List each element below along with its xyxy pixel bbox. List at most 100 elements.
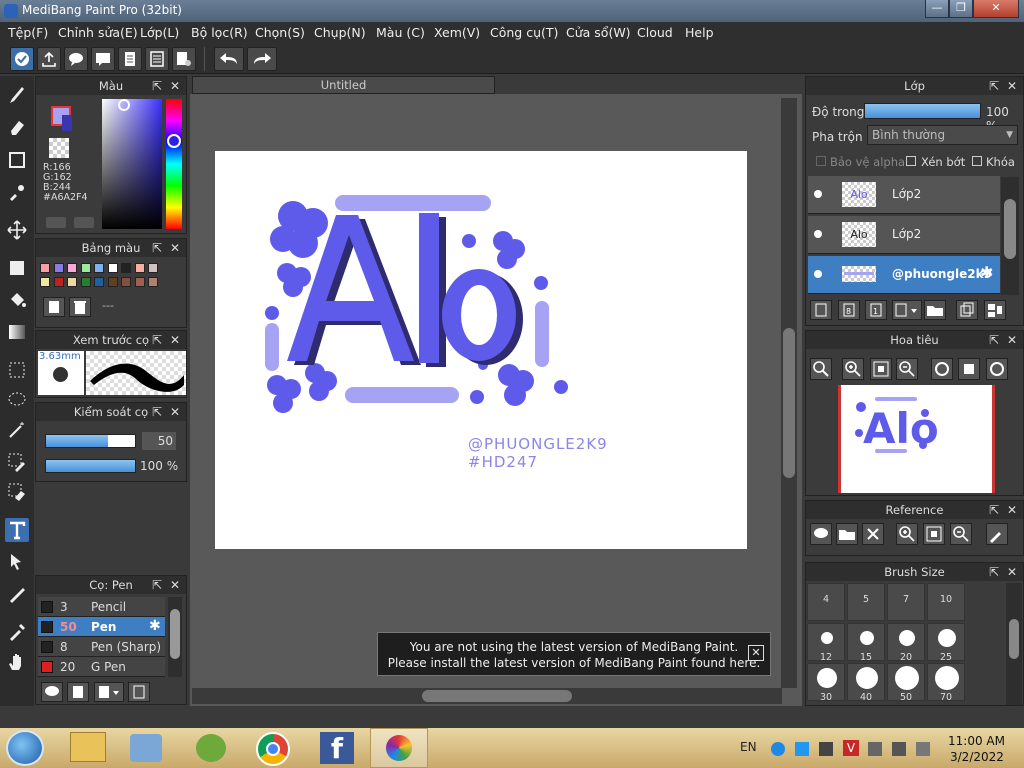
brush-size-option[interactable]: 5 [847,583,885,621]
palette-swatch[interactable] [107,263,118,273]
layers-scrollbar[interactable] [1001,177,1019,295]
add-layer-menu-button[interactable] [892,300,922,320]
language-indicator[interactable]: EN [740,740,757,754]
zoom-out-button[interactable] [896,358,918,380]
select-eraser-tool[interactable] [5,480,29,504]
app-taskbar-icon[interactable] [196,734,226,762]
tray-v-icon[interactable]: V [843,740,859,756]
hue-slider-handle[interactable] [167,134,181,148]
layer-row-selected[interactable]: @phuongle2k9 ✱ [808,256,1000,294]
new-1bit-layer-button[interactable]: 1 [865,300,887,320]
eraser-tool[interactable] [5,116,29,140]
palette-swatch[interactable] [134,263,145,273]
chrome-taskbar-icon[interactable] [256,732,290,766]
dot-tool[interactable] [5,148,29,172]
undock-icon[interactable]: ⇱ [152,241,162,255]
tray-icon[interactable] [819,742,833,756]
start-button[interactable] [6,730,44,766]
select-pen-tool[interactable] [5,450,29,474]
maximize-button[interactable]: ❐ [949,0,973,18]
menu-view[interactable]: Xem(V) [434,25,480,40]
brush-size-option[interactable]: 50 [887,663,925,703]
menu-window[interactable]: Cửa sổ(W) [566,25,631,40]
brush-properties-button[interactable] [128,682,150,702]
brush-size-option[interactable]: 25 [927,623,965,663]
hue-slider[interactable] [166,99,182,229]
layer-row[interactable]: Alo Lớp2 [808,216,1000,254]
menu-cloud[interactable]: Cloud [637,25,673,40]
action-center-tray-icon[interactable] [916,742,930,756]
saturation-value-picker[interactable] [102,99,162,229]
brush-item-pencil[interactable]: 3 Pencil [38,597,165,617]
reset-view-button[interactable] [958,358,980,380]
zalo-tray-icon[interactable] [771,742,785,756]
fit-window-button[interactable] [870,358,892,380]
brush-tool[interactable] [5,84,29,108]
background-color-swatch[interactable] [62,115,72,131]
brush-size-option[interactable]: 15 [847,623,885,663]
brush-size-value[interactable]: 50 [142,432,176,450]
menu-filter[interactable]: Bộ lọc(R) [191,25,248,40]
new-palette-button[interactable] [43,297,65,317]
brush-size-option[interactable]: 7 [887,583,925,621]
file-explorer-taskbar-icon[interactable] [70,732,106,762]
layer-row[interactable]: Alo Lớp2 [808,176,1000,214]
palette-swatch[interactable] [134,277,145,287]
color-wheel-button[interactable] [74,217,94,228]
brush-menu-button[interactable] [94,682,124,702]
menu-edit[interactable]: Chỉnh sửa(E) [58,25,138,40]
brush-cloud-button[interactable] [41,682,63,702]
transparent-color-swatch[interactable] [49,138,69,158]
brush-settings-gear-icon[interactable]: ✱ [149,618,161,634]
horizontal-scrollbar[interactable] [192,688,782,704]
cloud-save-button[interactable] [10,47,34,71]
brush-item-pen-sharp[interactable]: 8 Pen (Sharp) [38,637,165,657]
update-notification[interactable]: You are not using the latest version of … [377,632,771,676]
brush-item-pen[interactable]: 50 Pen ✱ [38,617,165,637]
gradient-tool[interactable] [5,320,29,344]
clock-date[interactable]: 3/2/2022 [950,750,1004,764]
text-tool[interactable] [5,518,29,542]
undock-icon[interactable]: ⇱ [152,333,162,347]
palette-swatch[interactable] [94,277,104,287]
select-rect-tool[interactable] [5,358,29,382]
add-brush-button[interactable] [67,682,89,702]
tab-untitled[interactable]: Untitled [192,76,495,94]
palette-swatch[interactable] [67,263,77,273]
clipping-checkbox[interactable] [906,156,916,166]
operation-tool[interactable] [5,550,29,574]
palette-swatch[interactable] [67,277,77,287]
minimize-button[interactable]: — [925,0,949,18]
hand-tool[interactable] [5,650,29,674]
brush-size-option[interactable]: 70 [927,663,965,703]
color-mode-button[interactable] [46,217,66,228]
page-manage-button[interactable] [145,47,169,71]
close-panel-icon[interactable]: ✕ [1007,79,1017,93]
clock-time[interactable]: 11:00 AM [948,734,1005,748]
protect-alpha-checkbox[interactable] [816,156,826,166]
close-notification-icon[interactable]: ✕ [748,645,764,661]
zoom-plus-button[interactable] [842,358,864,380]
eyedropper-tool[interactable] [5,620,29,644]
palette-swatch[interactable] [148,263,158,273]
palette-swatch[interactable] [121,263,131,273]
visibility-eye-icon[interactable] [814,190,822,198]
close-panel-icon[interactable]: ✕ [1007,503,1017,517]
sv-picker-handle[interactable] [118,99,130,111]
close-panel-icon[interactable]: ✕ [170,79,180,93]
palette-swatch[interactable] [121,277,131,287]
undock-icon[interactable]: ⇱ [989,503,999,517]
undock-icon[interactable]: ⇱ [989,565,999,579]
menu-tools[interactable]: Công cụ(T) [490,25,558,40]
rotate-right-button[interactable] [986,358,1008,380]
brush-size-option[interactable]: 30 [807,663,845,703]
palette-swatch[interactable] [80,277,91,287]
tray-icon[interactable] [795,742,809,756]
zoom-in-button[interactable] [810,358,832,380]
brush-size-slider[interactable] [45,434,136,448]
undock-icon[interactable]: ⇱ [152,578,162,592]
layer-settings-gear-icon[interactable]: ✱ [980,263,993,282]
settings-doc-button[interactable] [172,47,196,71]
rotate-left-button[interactable] [931,358,953,380]
close-panel-icon[interactable]: ✕ [1007,333,1017,347]
